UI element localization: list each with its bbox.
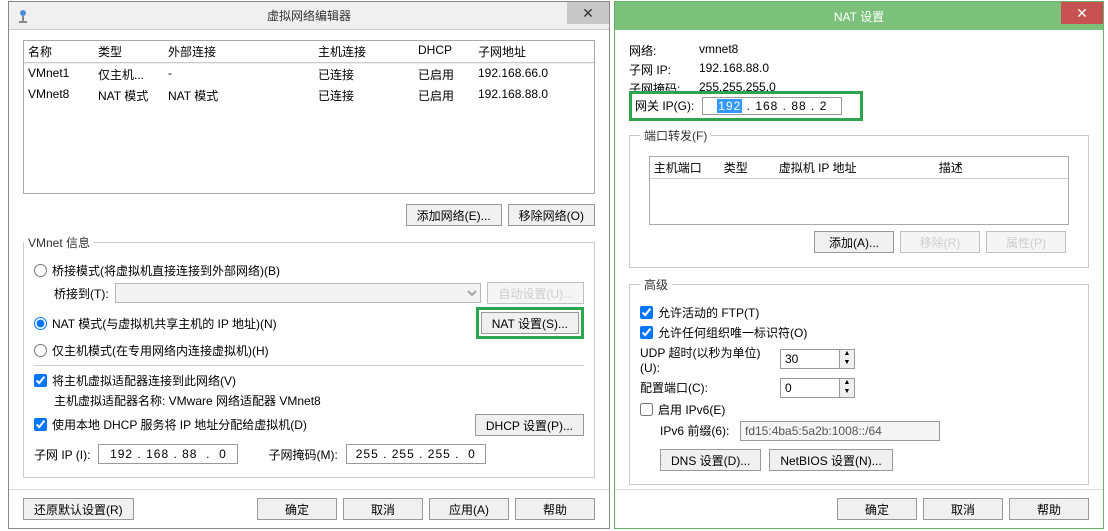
col-host-port: 主机端口 <box>654 159 724 176</box>
bridge-to-select[interactable] <box>115 283 482 303</box>
network-value: vmnet8 <box>699 42 1089 59</box>
virtual-network-editor-window: 虚拟网络编辑器 ✕ 名称 类型 外部连接 主机连接 DHCP 子网地址 VMne… <box>8 1 610 529</box>
window-title: NAT 设置 <box>834 8 884 25</box>
config-port-label: 配置端口(C): <box>640 379 780 396</box>
col-vm-ip: 虚拟机 IP 地址 <box>779 159 939 176</box>
subnet-ip-input[interactable] <box>98 444 238 464</box>
dns-settings-button[interactable]: DNS 设置(D)... <box>660 449 761 471</box>
adapter-name-label: 主机虚拟适配器名称: VMware 网络适配器 VMnet8 <box>54 392 584 409</box>
enable-ipv6-checkbox[interactable]: 启用 IPv6(E) <box>640 401 1078 418</box>
vmnet-info-legend: VMnet 信息 <box>24 234 94 251</box>
col-type: 类型 <box>98 43 168 60</box>
add-network-button[interactable]: 添加网络(E)... <box>406 204 502 226</box>
col-desc: 描述 <box>939 159 1029 176</box>
bridge-to-label: 桥接到(T): <box>54 285 109 302</box>
cancel-button[interactable]: 取消 <box>923 498 1003 520</box>
table-row[interactable]: VMnet8 NAT 模式 NAT 模式 已连接 已启用 192.168.88.… <box>24 85 594 106</box>
subnet-ip-value: 192.168.88.0 <box>699 61 1089 78</box>
col-ext: 外部连接 <box>168 43 318 60</box>
col-name: 名称 <box>28 43 98 60</box>
help-button[interactable]: 帮助 <box>515 498 595 520</box>
cancel-button[interactable]: 取消 <box>343 498 423 520</box>
titlebar[interactable]: 虚拟网络编辑器 ✕ <box>9 2 609 30</box>
ok-button[interactable]: 确定 <box>837 498 917 520</box>
ok-button[interactable]: 确定 <box>257 498 337 520</box>
subnet-mask-label: 子网掩码(M): <box>268 446 337 463</box>
vmnet-info-group: VMnet 信息 桥接模式(将虚拟机直接连接到外部网络)(B) 桥接到(T): … <box>23 234 595 478</box>
restore-defaults-button[interactable]: 还原默认设置(R) <box>23 498 134 520</box>
app-icon <box>15 8 31 24</box>
col-subnet: 子网地址 <box>478 43 598 60</box>
col-host: 主机连接 <box>318 43 418 60</box>
close-button[interactable]: ✕ <box>567 2 609 24</box>
gateway-ip-input[interactable]: 192 . 168 . 88 . 2 <box>702 97 842 115</box>
udp-timeout-label: UDP 超时(以秒为单位)(U): <box>640 344 780 375</box>
close-button[interactable]: ✕ <box>1061 2 1103 24</box>
dialog-buttons: 确定 取消 帮助 <box>615 489 1103 528</box>
subnet-mask-input[interactable] <box>346 444 486 464</box>
netbios-settings-button[interactable]: NetBIOS 设置(N)... <box>769 449 892 471</box>
dhcp-settings-button[interactable]: DHCP 设置(P)... <box>475 414 584 436</box>
table-header: 名称 类型 外部连接 主机连接 DHCP 子网地址 <box>24 41 594 63</box>
subnet-ip-label: 子网 IP (I): <box>34 446 90 463</box>
connect-host-checkbox[interactable]: 将主机虚拟适配器连接到此网络(V) <box>34 372 584 389</box>
window-title: 虚拟网络编辑器 <box>267 7 351 24</box>
titlebar[interactable]: NAT 设置 ✕ <box>615 2 1103 30</box>
nat-radio[interactable]: NAT 模式(与虚拟机共享主机的 IP 地址)(N) <box>34 315 277 332</box>
gateway-label: 网关 IP(G): <box>635 97 694 114</box>
col-type: 类型 <box>724 159 779 176</box>
hostonly-radio[interactable]: 仅主机模式(在专用网络内连接虚拟机)(H) <box>34 342 584 359</box>
pf-remove-button[interactable]: 移除(R) <box>900 231 980 253</box>
bridge-radio[interactable]: 桥接模式(将虚拟机直接连接到外部网络)(B) <box>34 262 584 279</box>
help-button[interactable]: 帮助 <box>1009 498 1089 520</box>
ipv6-prefix-label: IPv6 前缀(6): <box>660 422 740 439</box>
pf-add-button[interactable]: 添加(A)... <box>814 231 894 253</box>
col-dhcp: DHCP <box>418 43 478 60</box>
network-label: 网络: <box>629 42 699 59</box>
table-row[interactable]: VMnet1 仅主机... - 已连接 已启用 192.168.66.0 <box>24 64 594 85</box>
use-dhcp-checkbox[interactable]: 使用本地 DHCP 服务将 IP 地址分配给虚拟机(D) <box>34 416 307 433</box>
nat-settings-button[interactable]: NAT 设置(S)... <box>481 312 579 334</box>
ipv6-prefix-input[interactable] <box>740 421 940 441</box>
apply-button[interactable]: 应用(A) <box>429 498 509 520</box>
advanced-group: 高级 允许活动的 FTP(T) 允许任何组织唯一标识符(O) UDP 超时(以秒… <box>629 276 1089 485</box>
auto-settings-button[interactable]: 自动设置(U)... <box>487 282 584 304</box>
nat-settings-window: NAT 设置 ✕ 网络:vmnet8 子网 IP:192.168.88.0 子网… <box>614 1 1104 529</box>
advanced-legend: 高级 <box>640 276 672 293</box>
subnet-ip-label: 子网 IP: <box>629 61 699 78</box>
port-forward-group: 端口转发(F) 主机端口 类型 虚拟机 IP 地址 描述 添加(A)... 移除… <box>629 127 1089 268</box>
dialog-buttons: 还原默认设置(R) 确定 取消 应用(A) 帮助 <box>9 489 609 528</box>
allow-any-org-checkbox[interactable]: 允许任何组织唯一标识符(O) <box>640 324 1078 341</box>
udp-timeout-spinner[interactable]: ▲▼ <box>780 349 855 369</box>
port-forward-legend: 端口转发(F) <box>640 127 711 144</box>
port-forward-table[interactable]: 主机端口 类型 虚拟机 IP 地址 描述 <box>649 156 1069 225</box>
pf-props-button[interactable]: 属性(P) <box>986 231 1066 253</box>
config-port-spinner[interactable]: ▲▼ <box>780 378 855 398</box>
network-table[interactable]: 名称 类型 外部连接 主机连接 DHCP 子网地址 VMnet1 仅主机... … <box>23 40 595 194</box>
remove-network-button[interactable]: 移除网络(O) <box>508 204 595 226</box>
allow-ftp-checkbox[interactable]: 允许活动的 FTP(T) <box>640 304 1078 321</box>
